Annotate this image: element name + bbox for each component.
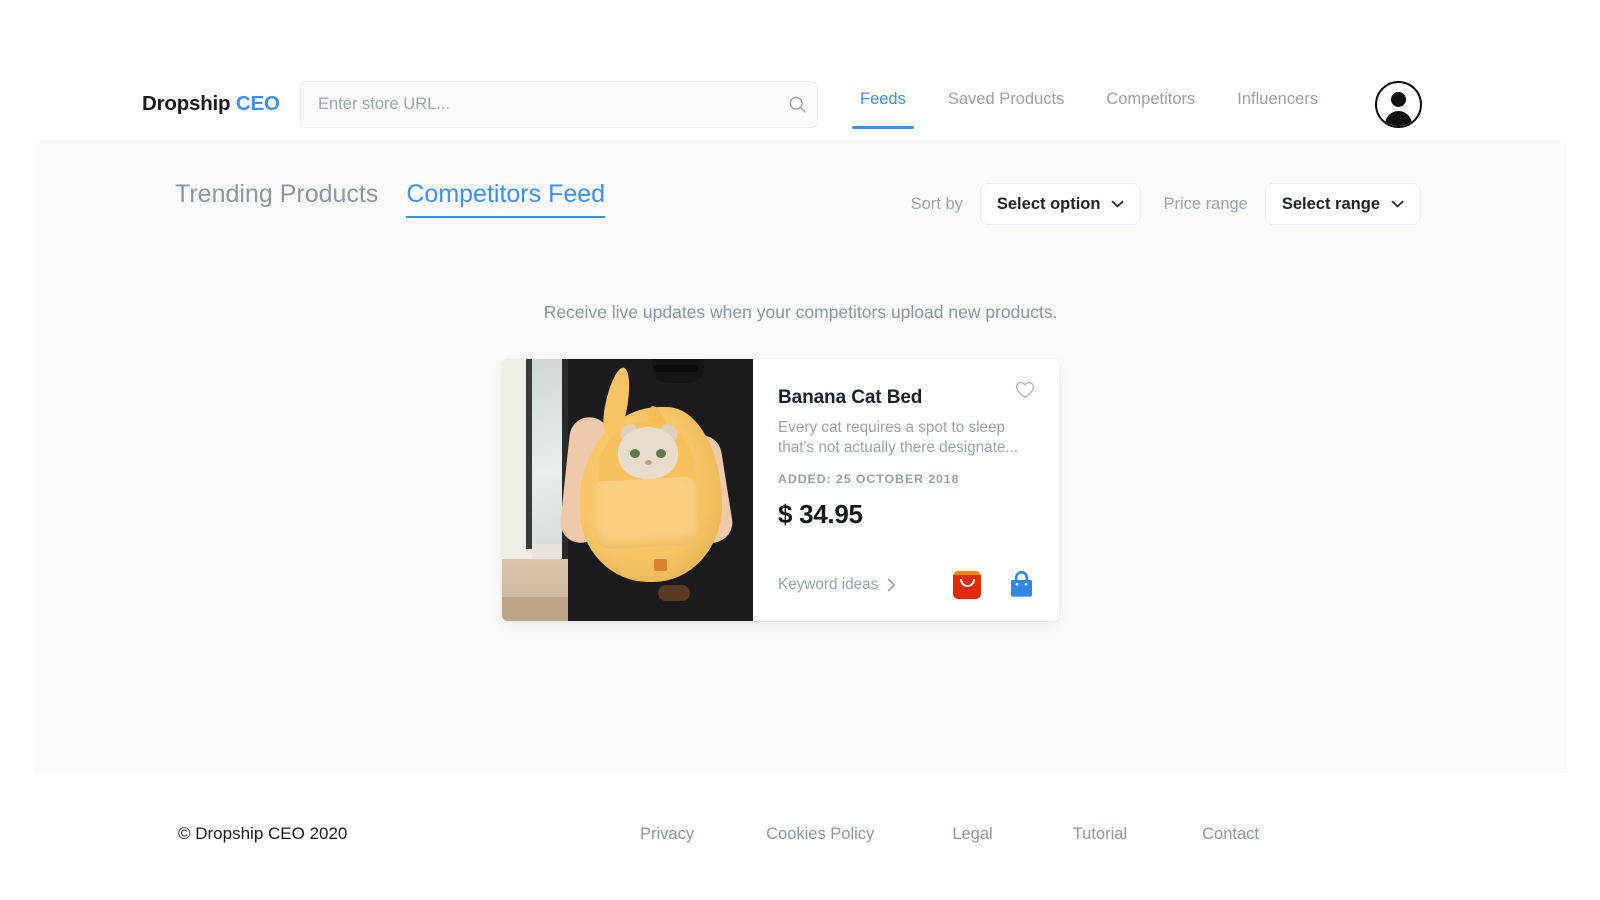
chevron-down-icon <box>1391 200 1404 208</box>
photo-window-frame-outer <box>526 359 532 549</box>
tab-competitors-feed[interactable]: Competitors Feed <box>406 180 605 218</box>
store-links <box>953 570 1035 599</box>
chevron-right-icon <box>887 578 896 592</box>
photo-person-glasses <box>654 365 698 372</box>
top-header: Dropship CEO Feeds Saved Products Compet… <box>0 0 1600 140</box>
nav-item-saved-products[interactable]: Saved Products <box>948 78 1064 129</box>
photo-cat-eye-right <box>656 449 666 458</box>
product-actions: Keyword ideas <box>778 570 1035 599</box>
photo-cat-head <box>618 427 678 479</box>
photo-cat-nose <box>645 460 652 465</box>
keyword-ideas-label: Keyword ideas <box>778 575 879 593</box>
heart-outline-icon[interactable] <box>1015 381 1035 404</box>
footer-links: Privacy Cookies Policy Legal Tutorial Co… <box>640 825 1259 844</box>
footer-link-privacy[interactable]: Privacy <box>640 825 694 844</box>
footer-link-legal[interactable]: Legal <box>952 825 992 844</box>
footer-link-cookies-policy[interactable]: Cookies Policy <box>766 825 874 844</box>
brand-logo[interactable]: Dropship CEO <box>142 92 280 116</box>
sort-by-select[interactable]: Select option <box>979 183 1142 225</box>
footer-link-tutorial[interactable]: Tutorial <box>1073 825 1127 844</box>
avatar-body <box>1385 111 1412 126</box>
price-range-label: Price range <box>1163 194 1248 213</box>
tab-trending-products[interactable]: Trending Products <box>175 180 378 218</box>
page-footer: © Dropship CEO 2020 Privacy Cookies Poli… <box>0 773 1600 900</box>
product-image <box>502 359 753 621</box>
content-panel: Trending Products Competitors Feed Sort … <box>34 140 1567 773</box>
nav-item-influencers[interactable]: Influencers <box>1237 78 1318 129</box>
store-url-search[interactable] <box>300 81 818 128</box>
photo-banana-stem <box>658 585 690 601</box>
keyword-ideas-link[interactable]: Keyword ideas <box>778 576 896 594</box>
copyright-text: © Dropship CEO 2020 <box>178 824 348 843</box>
price-range-select[interactable]: Select range <box>1264 183 1421 225</box>
feed-tabs: Trending Products Competitors Feed <box>175 180 633 218</box>
brand-name-main: Dropship <box>142 92 231 115</box>
product-description: Every cat requires a spot to sleep that'… <box>778 419 1019 457</box>
sort-by-label: Sort by <box>910 194 963 213</box>
search-input[interactable] <box>301 95 777 114</box>
app-root: Dropship CEO Feeds Saved Products Compet… <box>0 0 1600 900</box>
aliexpress-icon[interactable] <box>953 570 981 599</box>
user-avatar-icon[interactable] <box>1375 81 1422 128</box>
search-icon[interactable] <box>777 95 817 114</box>
product-price: $ 34.95 <box>778 499 863 530</box>
price-range-value: Select range <box>1281 194 1380 213</box>
sort-by-value: Select option <box>996 194 1101 213</box>
photo-brand-tag <box>654 559 667 571</box>
product-details: Banana Cat Bed Every cat requires a spot… <box>753 359 1059 621</box>
nav-item-competitors[interactable]: Competitors <box>1106 78 1195 129</box>
photo-cat-eye-left <box>630 449 640 458</box>
product-title: Banana Cat Bed <box>778 387 923 408</box>
filter-bar: Sort by Select option Price range Select… <box>911 183 1421 225</box>
aliexpress-smile <box>959 578 975 587</box>
photo-blanket <box>592 476 700 550</box>
brand-name-accent: CEO <box>235 92 280 115</box>
nav-item-feeds[interactable]: Feeds <box>852 78 914 129</box>
main-nav: Feeds Saved Products Competitors Influen… <box>852 78 1318 129</box>
product-card[interactable]: Banana Cat Bed Every cat requires a spot… <box>502 359 1059 621</box>
footer-link-contact[interactable]: Contact <box>1202 825 1259 844</box>
feed-subtitle: Receive live updates when your competito… <box>543 302 1058 322</box>
shopping-bag-icon[interactable] <box>1008 570 1035 599</box>
chevron-down-icon <box>1111 200 1124 208</box>
product-added-date: ADDED: 25 OCTOBER 2018 <box>778 472 960 487</box>
avatar-head <box>1391 92 1406 107</box>
